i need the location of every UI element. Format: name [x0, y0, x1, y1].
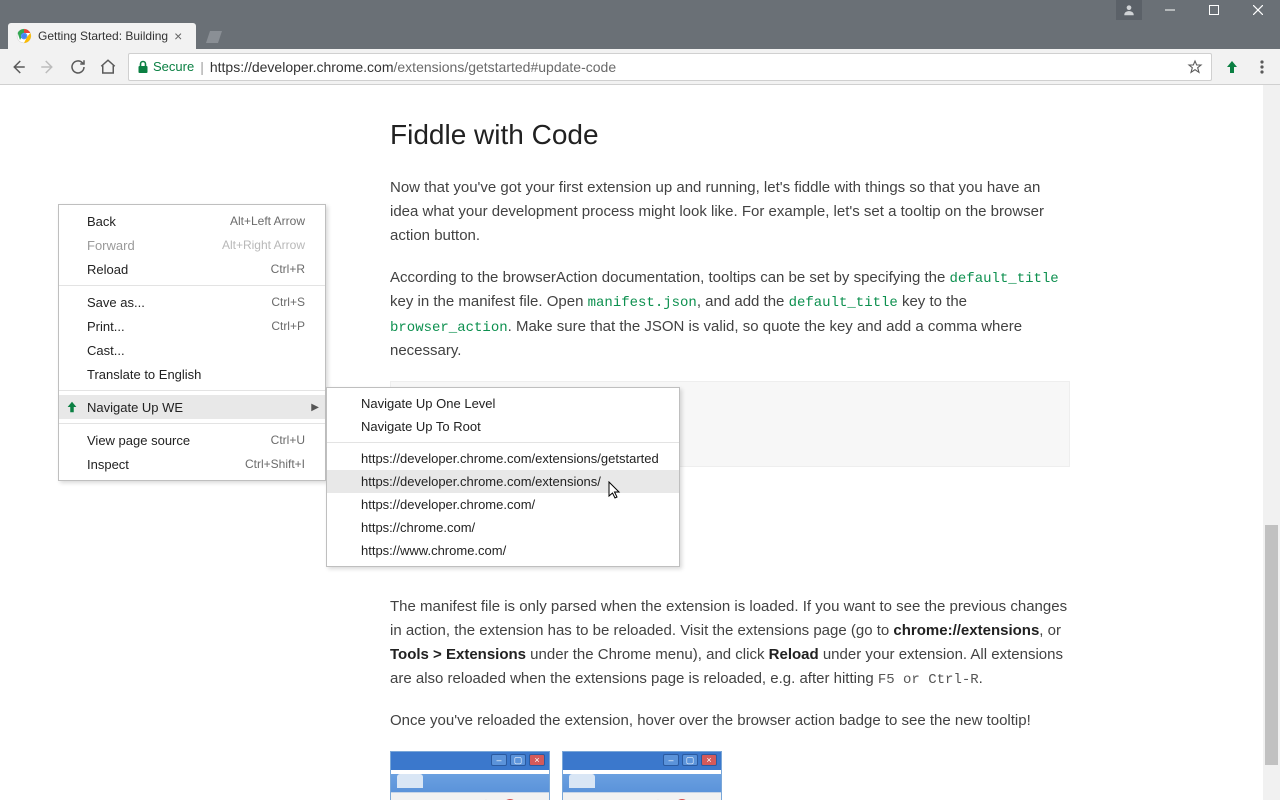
- submenu-item[interactable]: https://www.chrome.com/: [327, 539, 679, 562]
- context-menu-item[interactable]: Save as... Ctrl+S: [59, 290, 325, 314]
- context-menu-item[interactable]: Navigate Up WE ▶: [59, 395, 325, 419]
- submenu-item[interactable]: https://chrome.com/: [327, 516, 679, 539]
- submenu-item[interactable]: https://developer.chrome.com/: [327, 493, 679, 516]
- context-menu-item: Forward Alt+Right Arrow: [59, 233, 325, 257]
- tab-title: Getting Started: Building: [38, 29, 168, 43]
- context-menu-item[interactable]: Inspect Ctrl+Shift+I: [59, 452, 325, 476]
- submenu-item[interactable]: https://developer.chrome.com/extensions/…: [327, 447, 679, 470]
- demo-window-thumb: –▢×: [562, 751, 722, 800]
- menu-item-label: Forward: [87, 238, 135, 253]
- demo-window-thumb: –▢×: [390, 751, 550, 800]
- scrollbar-thumb[interactable]: [1265, 525, 1278, 765]
- context-menu-item[interactable]: Print... Ctrl+P: [59, 314, 325, 338]
- menu-item-label: Reload: [87, 262, 128, 277]
- menu-item-shortcut: Alt+Left Arrow: [230, 214, 305, 228]
- menu-item-label: View page source: [87, 433, 190, 448]
- context-menu-item[interactable]: Cast...: [59, 338, 325, 362]
- demo-thumbnails: –▢× –▢× Getting started example Click h: [390, 751, 1070, 800]
- tab-close-icon[interactable]: ×: [174, 28, 188, 44]
- inline-code: browser_action: [390, 320, 508, 336]
- context-menu-item[interactable]: Translate to English: [59, 362, 325, 386]
- menu-item-shortcut: Ctrl+P: [271, 319, 305, 333]
- context-menu-item[interactable]: View page source Ctrl+U: [59, 428, 325, 452]
- account-icon[interactable]: [1116, 0, 1142, 20]
- reload-button[interactable]: [68, 57, 88, 77]
- address-bar[interactable]: Secure | https://developer.chrome.com/ex…: [128, 53, 1212, 81]
- menu-item-label: Save as...: [87, 295, 145, 310]
- inline-code: default_title: [949, 271, 1058, 287]
- window-maximize-button[interactable]: [1192, 0, 1236, 20]
- home-button[interactable]: [98, 57, 118, 77]
- secure-label: Secure: [153, 59, 194, 74]
- article-paragraph: Once you've reloaded the extension, hove…: [390, 709, 1070, 733]
- context-submenu[interactable]: Navigate Up One LevelNavigate Up To Root…: [326, 387, 680, 567]
- menu-item-label: Inspect: [87, 457, 129, 472]
- menu-item-label: Navigate Up WE: [87, 400, 183, 415]
- context-menu-item[interactable]: Reload Ctrl+R: [59, 257, 325, 281]
- menu-item-shortcut: Ctrl+U: [271, 433, 305, 447]
- menu-item-shortcut: Alt+Right Arrow: [222, 238, 305, 252]
- secure-indicator: Secure: [137, 59, 194, 74]
- article-heading: Fiddle with Code: [390, 113, 1070, 158]
- window-close-button[interactable]: [1236, 0, 1280, 20]
- tab-strip: Getting Started: Building ×: [0, 20, 1280, 49]
- url-separator: |: [200, 59, 204, 75]
- window-minimize-button[interactable]: [1148, 0, 1192, 20]
- inline-code: manifest.json: [588, 295, 697, 311]
- submenu-item[interactable]: Navigate Up One Level: [327, 392, 679, 415]
- submenu-item[interactable]: https://developer.chrome.com/extensions/: [327, 470, 679, 493]
- up-arrow-icon: [65, 400, 81, 414]
- window-titlebar: [0, 0, 1280, 20]
- context-menu[interactable]: Back Alt+Left Arrow Forward Alt+Right Arrow…: [58, 204, 326, 481]
- menu-item-label: Cast...: [87, 343, 125, 358]
- navigate-up-extension-icon[interactable]: [1222, 57, 1242, 77]
- article-paragraph: The manifest file is only parsed when th…: [390, 595, 1070, 691]
- back-button[interactable]: [8, 57, 28, 77]
- menu-item-shortcut: Ctrl+R: [271, 262, 305, 276]
- chrome-menu-button[interactable]: [1252, 57, 1272, 77]
- lock-icon: [137, 60, 149, 74]
- menu-item-shortcut: Ctrl+S: [271, 295, 305, 309]
- inline-code: default_title: [789, 295, 898, 311]
- submenu-item[interactable]: Navigate Up To Root: [327, 415, 679, 438]
- url-text: https://developer.chrome.com/extensions/…: [210, 59, 1181, 75]
- bookmark-star-icon[interactable]: [1187, 59, 1203, 75]
- browser-toolbar: Secure | https://developer.chrome.com/ex…: [0, 49, 1280, 85]
- context-menu-item[interactable]: Back Alt+Left Arrow: [59, 209, 325, 233]
- article-paragraph: Now that you've got your first extension…: [390, 176, 1070, 248]
- menu-item-label: Translate to English: [87, 367, 201, 382]
- browser-tab[interactable]: Getting Started: Building ×: [8, 23, 196, 49]
- article-paragraph: According to the browserAction documenta…: [390, 266, 1070, 363]
- chrome-favicon-icon: [16, 28, 32, 44]
- submenu-arrow-icon: ▶: [311, 402, 319, 413]
- menu-item-label: Back: [87, 214, 116, 229]
- new-tab-button[interactable]: [202, 27, 226, 47]
- inline-code: F5 or Ctrl-R: [878, 672, 979, 688]
- menu-item-label: Print...: [87, 319, 125, 334]
- menu-item-shortcut: Ctrl+Shift+I: [245, 457, 305, 471]
- vertical-scrollbar[interactable]: [1263, 85, 1280, 800]
- forward-button[interactable]: [38, 57, 58, 77]
